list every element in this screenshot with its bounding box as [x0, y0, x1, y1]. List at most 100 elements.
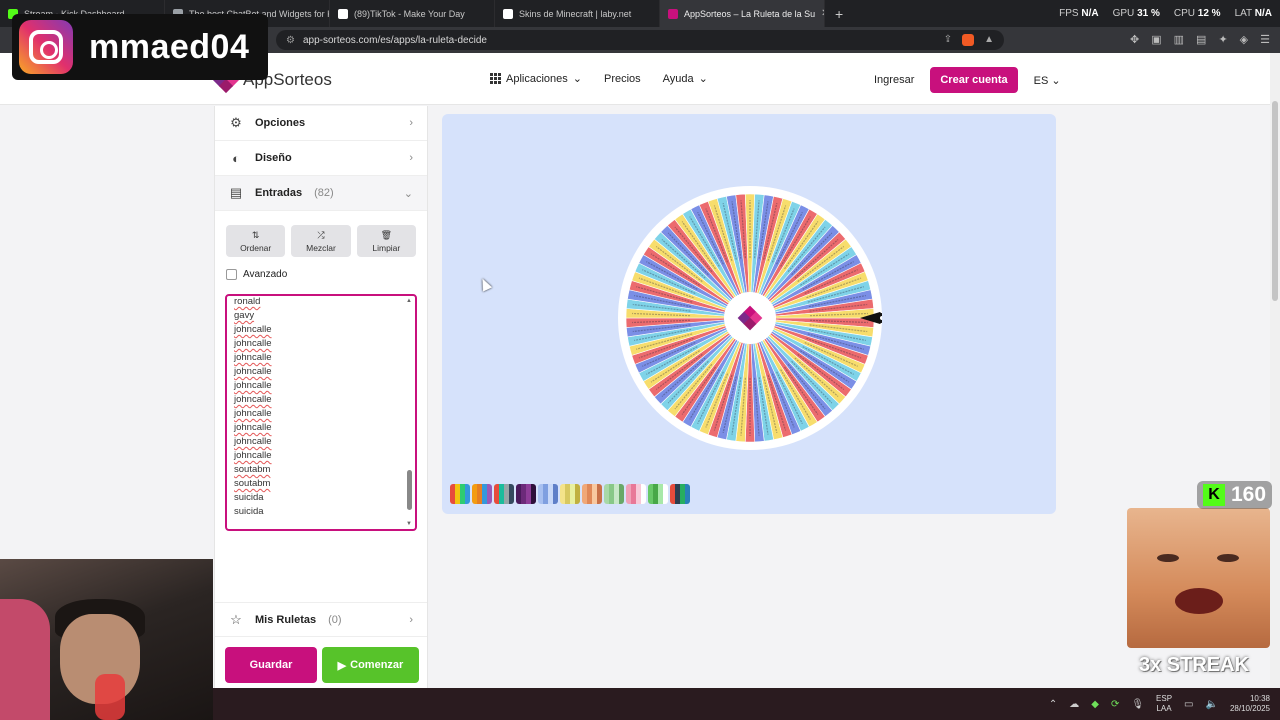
browser-tab[interactable]: (89)TikTok - Make Your Day [330, 0, 495, 27]
scroll-thumb[interactable] [407, 470, 412, 510]
palette-swatch[interactable] [582, 484, 602, 504]
nav-item[interactable]: Ayuda ⌄ [663, 72, 708, 86]
stat-value: N/A [1254, 8, 1272, 19]
palette-swatch[interactable] [648, 484, 668, 504]
palette-swatch[interactable] [516, 484, 536, 504]
nav-item-label: Aplicaciones [506, 72, 568, 85]
gift-icon: ▤ [229, 185, 243, 200]
sidebar-icon[interactable]: ▥ [1174, 33, 1184, 46]
webcam-overlay [0, 559, 213, 720]
share-icon[interactable]: ⇪ [944, 34, 952, 46]
brave-shields-icon[interactable] [962, 34, 975, 46]
design-label: Diseño [255, 152, 292, 164]
onedrive-icon[interactable]: ☁ [1069, 699, 1079, 710]
ordenar-button[interactable]: ⇅ Ordenar [226, 225, 286, 257]
entries-textarea[interactable]: ronald gavy johncalle johncalle johncalle joh… [225, 294, 417, 531]
entries-label: Entradas [255, 187, 303, 199]
palette-swatch[interactable] [670, 484, 690, 504]
new-tab-button[interactable]: + [825, 6, 853, 22]
red-light-shape [95, 674, 125, 720]
site-settings-icon[interactable]: ⚙ [286, 35, 295, 46]
page-scrollbar[interactable] [1270, 53, 1280, 688]
start-button[interactable]: ▶ Comenzar [322, 647, 419, 683]
spin-wheel[interactable] [618, 186, 882, 450]
register-button[interactable]: Crear cuenta [930, 67, 1018, 93]
options-section[interactable]: ⚙ Opciones › [215, 106, 427, 141]
advanced-checkbox[interactable] [226, 269, 237, 280]
vpn-icon[interactable]: ◈ [1240, 33, 1248, 46]
performance-stats: FPS N/A GPU 31 % CPU 12 % LAT N/A [1059, 8, 1280, 19]
input-language[interactable]: ESP LAA [1156, 694, 1172, 714]
tool-label: Ordenar [240, 242, 272, 253]
palette-swatch[interactable] [450, 484, 470, 504]
page-scroll-thumb[interactable] [1272, 101, 1278, 301]
tab-favicon-icon [503, 8, 513, 19]
nav-item[interactable]: Precios [604, 73, 641, 85]
browser-tab[interactable]: AppSorteos – La Ruleta de la Su✕ [660, 0, 825, 27]
my-wheels-label: Mis Ruletas [255, 613, 317, 626]
limpiar-button[interactable]: 🗑 Limpiar [356, 225, 416, 257]
lang-top: ESP [1156, 694, 1173, 703]
volume-icon[interactable]: 🔈 [1206, 699, 1218, 710]
microphone-icon[interactable]: 🎙 [1131, 699, 1144, 710]
shuffle-icon: ⤮ [317, 229, 325, 240]
entry-line: johncalle [234, 436, 272, 447]
stat-item: CPU 12 % [1174, 8, 1221, 19]
palette-swatch[interactable] [538, 484, 558, 504]
mouth-shape [1175, 588, 1223, 614]
extensions-icon[interactable]: ✥ [1130, 33, 1139, 46]
my-wheels-count: (0) [328, 613, 342, 626]
rewards-icon[interactable]: ▲ [984, 34, 994, 46]
network-icon[interactable]: ▭ [1184, 699, 1193, 710]
chevron-up-icon[interactable]: ⌃ [1049, 699, 1057, 710]
scroll-up-icon[interactable]: ▲ [406, 298, 412, 304]
nvidia-icon[interactable]: ◆ [1091, 699, 1099, 710]
settings-sidebar: ⚙ Opciones › ◐ Diseño › ▤ Entradas (82) … [214, 106, 428, 688]
nav-item[interactable]: Aplicaciones ⌄ [490, 72, 582, 85]
entry-line: johncalle [234, 408, 272, 419]
entries-tools: ⇅ Ordenar ⤮ Mezclar 🗑 Limpiar [215, 211, 427, 257]
browser-tab[interactable]: Skins de Minecraft | laby.net [495, 0, 660, 27]
design-section[interactable]: ◐ Diseño › [215, 141, 427, 176]
lang-bottom: LAA [1156, 704, 1172, 713]
language-selector[interactable]: ES ⌄ [1034, 74, 1061, 87]
entry-line: soutabm [234, 464, 271, 475]
chevron-right-icon: › [409, 613, 413, 626]
palette-swatch[interactable] [560, 484, 580, 504]
leo-ai-icon[interactable]: ✦ [1218, 33, 1227, 46]
streamer-username: mmaed04 [89, 27, 250, 66]
entries-section[interactable]: ▤ Entradas (82) ⌄ [215, 176, 427, 211]
chevron-down-icon: ⌄ [572, 73, 582, 85]
tab-favicon-icon [338, 8, 348, 19]
palette-swatch[interactable] [494, 484, 514, 504]
login-link[interactable]: Ingresar [874, 74, 914, 86]
save-button[interactable]: Guardar [225, 647, 317, 683]
palette-selector [450, 484, 690, 504]
entry-line: johncalle [234, 352, 272, 363]
advanced-label: Avanzado [243, 269, 288, 280]
sort-icon: ⇅ [251, 229, 260, 240]
mezclar-button[interactable]: ⤮ Mezclar [291, 225, 351, 257]
address-bar[interactable]: ⚙ app-sorteos.com/es/apps/la-ruleta-deci… [276, 30, 1004, 50]
palette-swatch[interactable] [472, 484, 492, 504]
eye-shape [1217, 554, 1239, 562]
media-icon[interactable]: ▣ [1151, 33, 1161, 46]
my-wheels-section[interactable]: ☆ Mis Ruletas (0) › [215, 602, 427, 637]
tab-label: Skins de Minecraft | laby.net [519, 8, 632, 19]
clock[interactable]: 10:38 28/10/2025 [1230, 694, 1270, 714]
entries-scrollbar[interactable]: ▲ ▼ [406, 298, 413, 527]
palette-swatch[interactable] [604, 484, 624, 504]
address-bar-actions: ⇪ ▲ [944, 34, 1004, 46]
reaction-image [1127, 508, 1270, 648]
wallet-icon[interactable]: ▤ [1196, 33, 1206, 46]
sync-icon[interactable]: ⟳ [1111, 699, 1119, 710]
scroll-down-icon[interactable]: ▼ [406, 521, 412, 527]
kick-count: 160 [1231, 483, 1267, 506]
advanced-toggle[interactable]: Avanzado [215, 257, 427, 280]
chair-shape [0, 599, 50, 720]
menu-icon[interactable]: ☰ [1260, 33, 1270, 46]
palette-swatch[interactable] [626, 484, 646, 504]
instagram-overlay: mmaed04 [12, 14, 268, 80]
entry-line: suicida [234, 506, 264, 517]
tool-label: Mezclar [306, 242, 336, 253]
